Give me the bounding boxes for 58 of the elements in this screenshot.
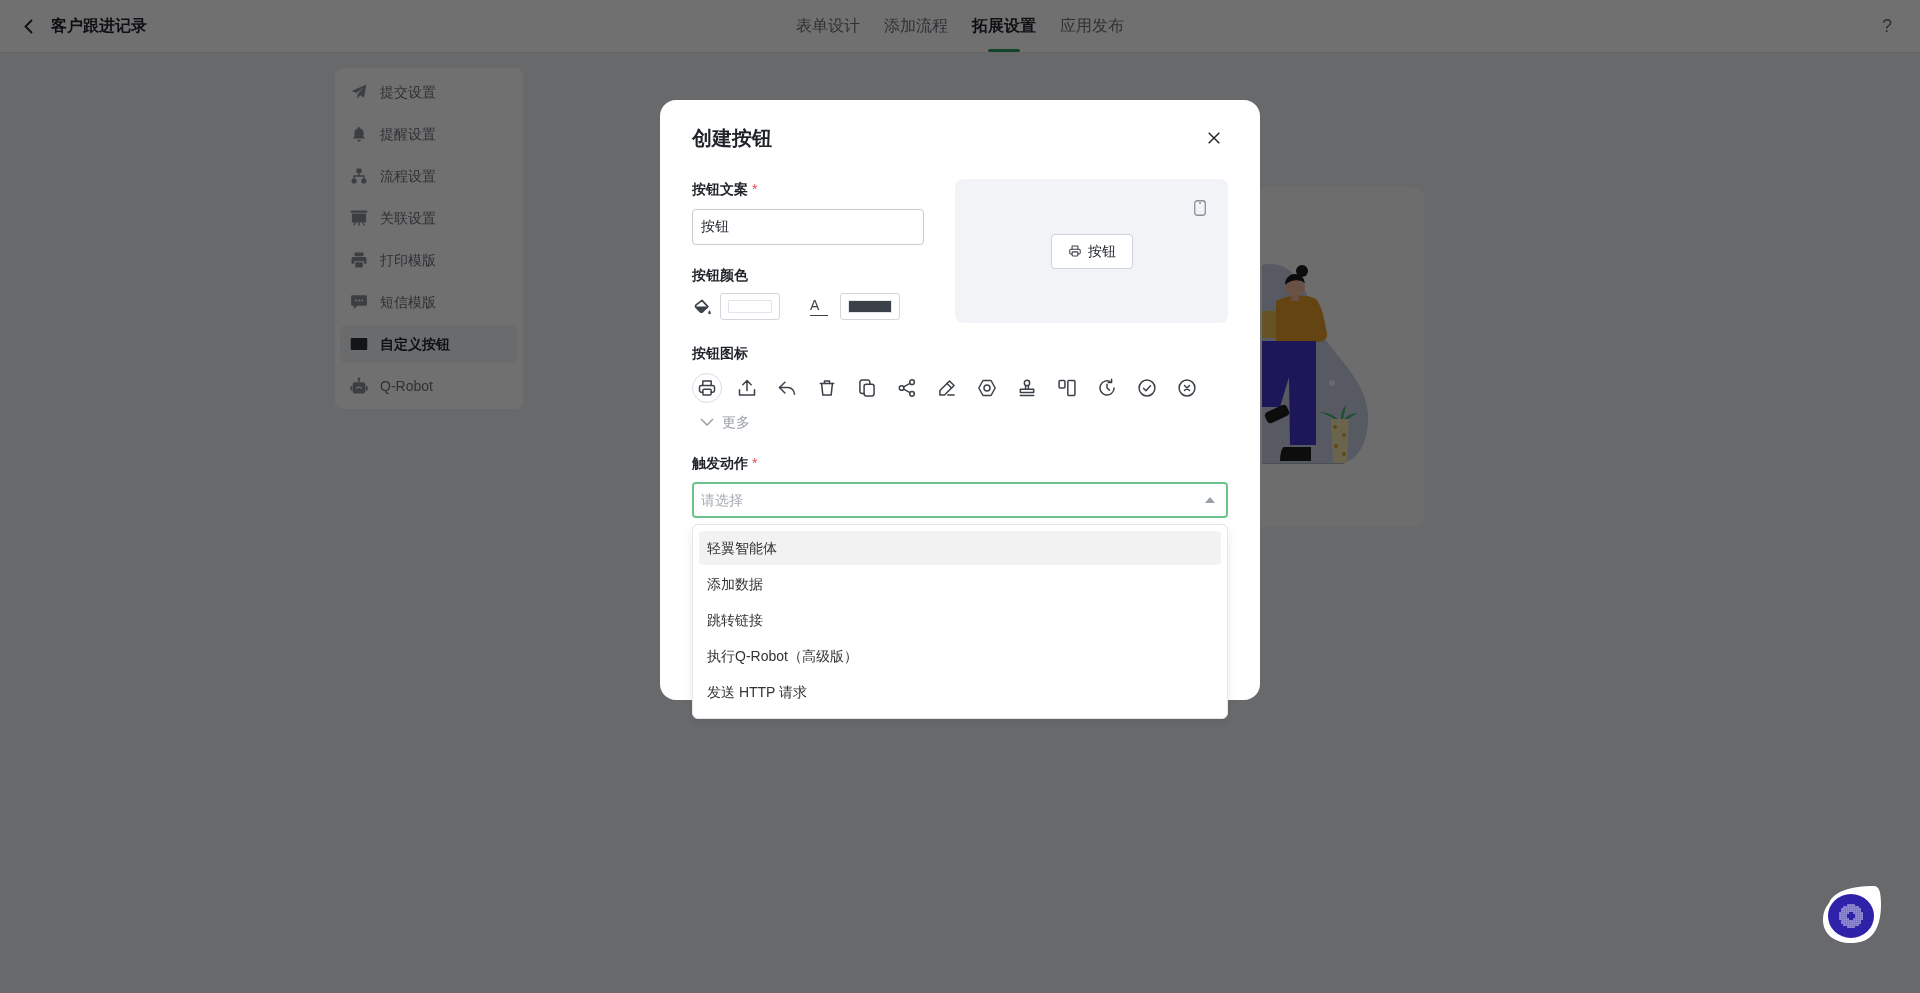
tab[interactable]: 表单设计 [796, 0, 860, 52]
sidebar-item[interactable]: Q-Robot [340, 367, 518, 405]
copy-icon [857, 378, 877, 398]
sidebar-item[interactable]: 流程设置 [340, 157, 518, 195]
sidebar-item[interactable]: 短信模版 [340, 283, 518, 321]
hierarchy-icon [350, 167, 368, 185]
required-mark: * [752, 454, 758, 473]
trash-icon [817, 378, 837, 398]
sidebar-item[interactable]: 自定义按钮 [340, 325, 518, 363]
printer-icon [697, 378, 717, 398]
columns-icon [1057, 378, 1077, 398]
select-field[interactable]: 请选择 [692, 482, 1228, 518]
form-label: 按钮文案 [692, 180, 748, 199]
required-mark: * [752, 180, 758, 199]
dropdown-option[interactable]: 执行Q-Robot（高级版） [699, 639, 1221, 673]
more-button[interactable]: 更多 [692, 412, 750, 432]
close-circle-icon [1177, 378, 1197, 398]
clock-refresh-icon [1097, 378, 1117, 398]
form-label: 按钮颜色 [692, 266, 748, 285]
tab[interactable]: 拓展设置 [972, 0, 1036, 52]
dialog-title: 创建按钮 [692, 126, 772, 151]
stamp-icon [1017, 378, 1037, 398]
text-input[interactable]: 按钮 [692, 209, 924, 245]
color-picker[interactable] [720, 293, 780, 320]
tab[interactable]: 应用发布 [1060, 0, 1124, 52]
chat-bubble-icon [350, 293, 368, 311]
printer-icon [350, 251, 368, 269]
preview-button[interactable]: 按钮 [1050, 233, 1133, 269]
assistant-orb-icon[interactable] [1820, 884, 1882, 946]
hexagon-nut-icon [977, 378, 997, 398]
dropdown-option[interactable]: 轻翼智能体 [699, 531, 1221, 565]
close-icon[interactable] [1208, 132, 1220, 144]
dropdown-option[interactable]: 发送 HTTP 请求 [699, 675, 1221, 709]
form-label: 按钮图标 [692, 344, 748, 363]
sidebar-item[interactable]: 打印模版 [340, 241, 518, 279]
dropdown-option[interactable]: 跳转链接 [699, 603, 1221, 637]
check-circle-icon [1137, 378, 1157, 398]
sidebar-item[interactable]: 关联设置 [340, 199, 518, 237]
back-icon[interactable] [24, 18, 33, 34]
sidebar-item[interactable]: 提交设置 [340, 73, 518, 111]
form-label: 触发动作 [692, 454, 748, 473]
help-button[interactable]: ? [1878, 15, 1896, 37]
presentation-board-icon [350, 209, 368, 227]
page-title: 客户跟进记录 [51, 16, 147, 36]
chevron-down-icon [700, 418, 714, 426]
sidebar-item[interactable]: 提醒设置 [340, 115, 518, 153]
dropdown-option[interactable]: 添加数据 [699, 567, 1221, 601]
share-icon [897, 378, 917, 398]
bell-icon [350, 125, 368, 143]
printer-icon [1067, 244, 1082, 258]
upload-icon [737, 378, 757, 398]
color-picker[interactable] [840, 293, 900, 320]
rectangle-icon [350, 335, 368, 353]
pencil-icon [937, 378, 957, 398]
phone-icon[interactable] [1194, 200, 1206, 216]
caret-up-icon [1205, 497, 1215, 503]
tab[interactable]: 添加流程 [884, 0, 948, 52]
robot-icon [350, 377, 368, 395]
